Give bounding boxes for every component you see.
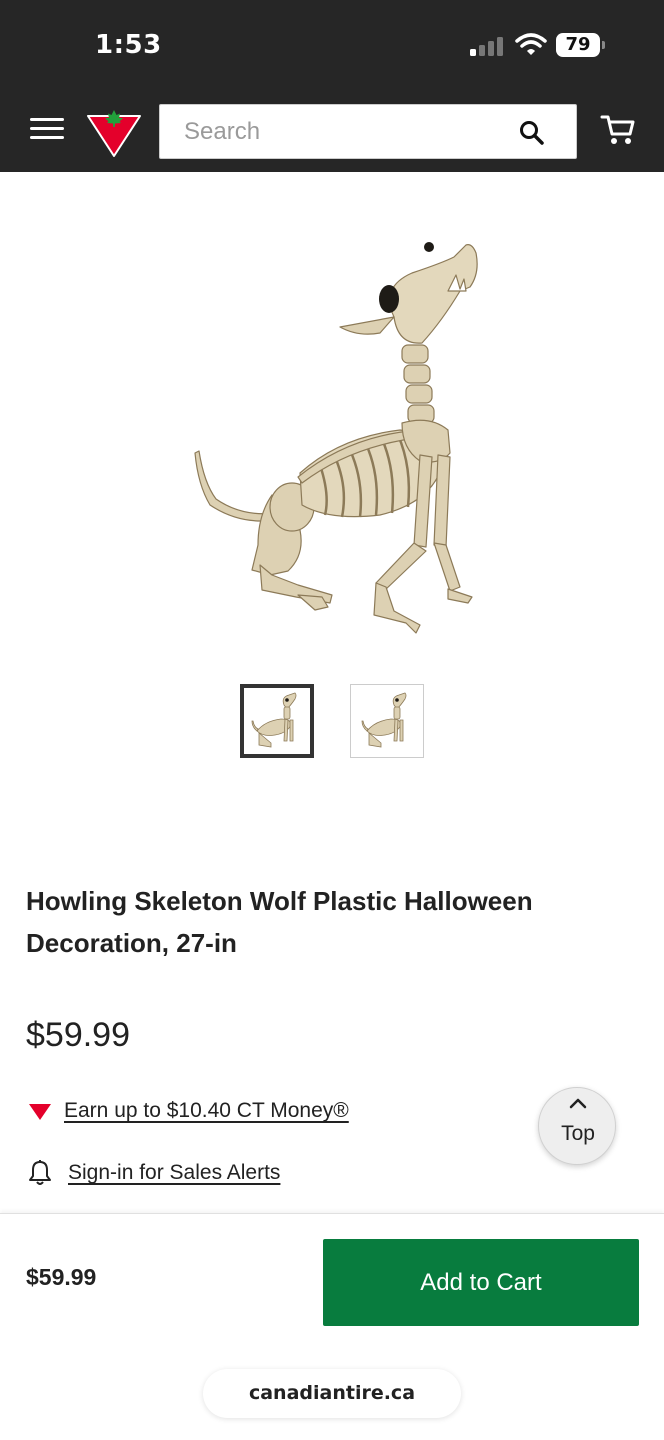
site-header — [0, 90, 664, 172]
product-image[interactable] — [180, 225, 490, 655]
battery-tip — [602, 41, 605, 49]
sales-alert-link[interactable]: Sign-in for Sales Alerts — [68, 1161, 280, 1185]
search-box — [159, 104, 577, 159]
status-time: 1:53 — [95, 30, 162, 60]
thumbnail-image — [251, 692, 297, 748]
ct-money-row: Earn up to $10.40 CT Money® — [28, 1096, 349, 1126]
product-price: $59.99 — [26, 1016, 130, 1054]
thumbnail-2[interactable] — [350, 684, 424, 758]
search-icon[interactable] — [518, 119, 546, 147]
ct-money-link[interactable]: Earn up to $10.40 CT Money® — [64, 1099, 349, 1123]
footer-price: $59.99 — [26, 1264, 97, 1290]
product-title: Howling Skeleton Wolf Plastic Halloween … — [26, 886, 533, 958]
bell-icon — [29, 1160, 51, 1185]
canadian-tire-logo[interactable] — [86, 106, 142, 158]
wifi-icon — [515, 33, 547, 55]
back-to-top-button[interactable]: Top — [538, 1087, 616, 1165]
search-input[interactable] — [184, 105, 504, 158]
cellular-signal-icon — [470, 37, 503, 56]
battery-level: 79 — [556, 33, 600, 57]
status-bar: 1:53 79 — [0, 0, 664, 90]
cart-icon[interactable] — [600, 112, 636, 148]
thumbnail-1[interactable] — [240, 684, 314, 758]
hamburger-menu-icon[interactable] — [30, 118, 64, 144]
ct-money-logo-icon — [29, 1104, 51, 1120]
battery-icon: 79 — [556, 33, 606, 57]
thumbnail-image — [361, 692, 407, 748]
add-to-cart-button[interactable]: Add to Cart — [323, 1239, 639, 1326]
chevron-up-icon — [569, 1098, 587, 1109]
browser-url-pill[interactable]: canadiantire.ca — [203, 1369, 461, 1418]
back-to-top-label: Top — [561, 1122, 595, 1145]
sticky-footer: $59.99 Add to Cart canadiantire.ca — [0, 1213, 664, 1440]
sales-alert-row: Sign-in for Sales Alerts — [28, 1156, 280, 1190]
